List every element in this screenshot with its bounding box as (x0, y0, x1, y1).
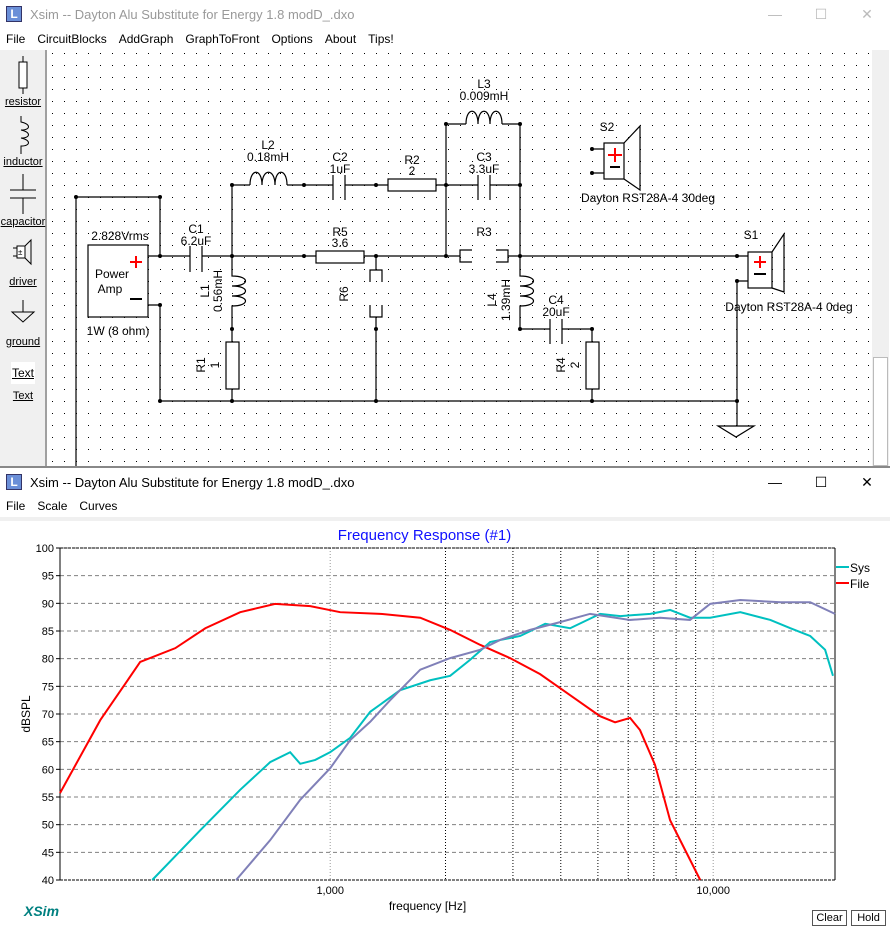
r2-value: 2 (409, 164, 416, 178)
chart-title: Frequency Response (#1) (338, 527, 511, 544)
c3-value: 3.3uF (469, 162, 500, 176)
l1-name: L1 (198, 284, 212, 298)
window-title: Xsim -- Dayton Alu Substitute for Energy… (30, 6, 355, 22)
l4-value: 1.39mH (499, 279, 513, 321)
minimize-button[interactable]: — (752, 468, 798, 496)
s1-name: S1 (744, 228, 759, 242)
c4-value: 20uF (542, 305, 569, 319)
menu-about[interactable]: About (319, 32, 362, 46)
s2-label: Dayton RST28A-4 30deg (581, 191, 715, 205)
menu-tips[interactable]: Tips! (362, 32, 400, 46)
frequency-response-chart: Frequency Response (#1) 40 45 50 55 60 65 70 75 8… (19, 527, 870, 913)
amp-power: 1W (8 ohm) (87, 324, 150, 338)
close-button[interactable]: ✕ (844, 0, 890, 28)
hold-button[interactable]: Hold (851, 910, 886, 926)
menu-options[interactable]: Options (265, 32, 318, 46)
maximize-button[interactable]: ☐ (798, 468, 844, 496)
legend-label: Sys (850, 561, 870, 575)
y-tick-label: 90 (42, 598, 54, 610)
graph-window-title: Xsim -- Dayton Alu Substitute for Energy… (30, 474, 355, 490)
x-tick-label: 10,000 (696, 885, 730, 897)
menu-curves[interactable]: Curves (73, 499, 123, 513)
amp-name-1: Power (95, 267, 129, 281)
amp-name-2: Amp (98, 282, 123, 296)
y-tick-label: 75 (42, 681, 54, 693)
top-menu-bar: File CircuitBlocks AddGraph GraphToFront… (0, 28, 890, 50)
menu-file[interactable]: File (0, 32, 31, 46)
y-tick-label: 60 (42, 764, 54, 776)
amp-voltage: 2.828Vrms (91, 229, 149, 243)
r6-name: R6 (337, 286, 351, 302)
r5-value: 3.6 (332, 236, 349, 250)
series-line-file (59, 602, 702, 881)
maximize-button[interactable]: ☐ (798, 0, 844, 28)
x-axis-label: frequency [Hz] (389, 899, 466, 913)
menu-scale[interactable]: Scale (31, 499, 73, 513)
r1-value: 1 (208, 361, 222, 368)
circuit-canvas[interactable]: 2.828Vrms Power Amp 1W (8 ohm) C1 6.2uF … (0, 50, 872, 466)
x-tick-label: 1,000 (316, 885, 344, 897)
l4-name: L4 (485, 293, 499, 307)
s2-name: S2 (600, 120, 615, 134)
graph-menu-bar: File Scale Curves (0, 495, 890, 521)
menu-circuitblocks[interactable]: CircuitBlocks (31, 32, 112, 46)
y-tick-label: 45 (42, 847, 54, 859)
menu-graphtofront[interactable]: GraphToFront (179, 32, 265, 46)
r3-name: R3 (476, 225, 492, 239)
l3-value: 0.009mH (460, 89, 509, 103)
y-tick-label: 80 (42, 654, 54, 666)
y-axis-label: dBSPL (19, 695, 33, 733)
y-tick-label: 100 (36, 543, 54, 555)
y-tick-label: 40 (42, 875, 54, 887)
y-tick-label: 50 (42, 820, 54, 832)
minimize-button[interactable]: — (752, 0, 798, 28)
top-title-bar: L Xsim -- Dayton Alu Substitute for Ener… (0, 0, 890, 28)
app-icon: L (6, 474, 22, 490)
y-tick-label: 70 (42, 709, 54, 721)
r4-value: 2 (568, 361, 582, 368)
menu-addgraph[interactable]: AddGraph (113, 32, 180, 46)
y-tick-label: 55 (42, 792, 54, 804)
menu-file[interactable]: File (0, 499, 31, 513)
l1-value: 0.56mH (211, 270, 225, 312)
y-tick-label: 65 (42, 737, 54, 749)
xsim-logo: XSim (24, 903, 60, 919)
app-icon: L (6, 6, 22, 22)
clear-button[interactable]: Clear (812, 910, 847, 926)
series-line-unnamed (235, 599, 836, 881)
s1-label: Dayton RST28A-4 0deg (725, 300, 852, 314)
y-tick-label: 95 (42, 571, 54, 583)
r4-name: R4 (554, 357, 568, 373)
c1-value: 6.2uF (181, 234, 212, 248)
legend-label: File (850, 577, 870, 591)
close-button[interactable]: ✕ (844, 468, 890, 496)
y-tick-label: 85 (42, 626, 54, 638)
graph-title-bar: L Xsim -- Dayton Alu Substitute for Ener… (0, 468, 890, 496)
r1-name: R1 (194, 357, 208, 373)
l2-value: 0.18mH (247, 150, 289, 164)
c2-value: 1uF (330, 162, 351, 176)
scrollbar-thumb[interactable] (873, 357, 888, 466)
